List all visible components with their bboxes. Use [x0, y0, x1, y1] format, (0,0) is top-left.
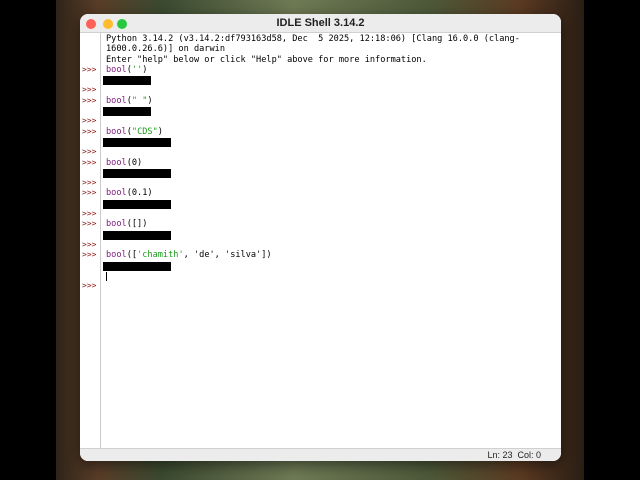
prompt-marker: >>> [82, 147, 97, 157]
prompt-marker: >>> [82, 64, 97, 74]
redacted-output [103, 137, 171, 147]
prompt-marker: >>> [82, 178, 97, 188]
command-input: bool(0) [106, 158, 142, 168]
close-button[interactable] [86, 19, 96, 29]
function-name: bool [106, 250, 127, 261]
string-literal: 'chamith' [137, 250, 184, 261]
string-literal: '' [131, 64, 143, 75]
title-bar: IDLE Shell 3.14.2 [80, 14, 561, 33]
function-name: bool [106, 64, 127, 75]
code-text: , 'de', 'silva']) [183, 250, 272, 261]
banner-text: Enter "help" below or click "Help" above… [106, 54, 427, 65]
redacted-output [103, 107, 151, 117]
shell-line: Enter "help" below or click "Help" above… [80, 55, 561, 65]
code-text: ([]) [126, 219, 148, 230]
shell-line: Python 3.14.2 (v3.14.2:df793163d58, Dec … [80, 34, 561, 44]
idle-shell-window: IDLE Shell 3.14.2 Python 3.14.2 (v3.14.2… [80, 14, 561, 461]
shell-line: >>> bool(0.1) [80, 188, 561, 198]
function-name: bool [106, 95, 127, 106]
command-input: bool('') [106, 65, 147, 75]
prompt-marker: >>> [82, 219, 97, 229]
shell-text-area[interactable]: Python 3.14.2 (v3.14.2:df793163d58, Dec … [80, 34, 561, 448]
column-number: Col: 0 [517, 450, 541, 460]
shell-line: >>> bool("CDS") [80, 127, 561, 137]
shell-line [80, 230, 561, 240]
status-bar: Ln: 23 Col: 0 [80, 448, 561, 461]
prompt-marker: >>> [82, 95, 97, 105]
string-literal: " " [131, 95, 148, 106]
function-name: bool [106, 188, 127, 199]
code-text: ) [147, 95, 153, 106]
shell-line [80, 271, 561, 281]
shell-line [80, 75, 561, 86]
code-text: (0) [126, 157, 143, 168]
shell-line: >>> [80, 281, 561, 291]
shell-line: >>> [80, 240, 561, 250]
code-text: ) [157, 126, 163, 137]
shell-line: >>> bool('') [80, 65, 561, 75]
code-text: ([ [126, 250, 138, 261]
prompt-marker: >>> [82, 209, 97, 219]
redacted-output [103, 230, 171, 240]
shell-line: 1600.0.26.6)] on darwin [80, 44, 561, 54]
shell-line: >>> bool(0) [80, 158, 561, 168]
shell-line: >>> bool(" ") [80, 96, 561, 106]
minimize-button[interactable] [103, 19, 113, 29]
string-literal: "CDS" [131, 126, 158, 137]
text-cursor [106, 271, 107, 281]
command-input: bool(0.1) [106, 188, 153, 198]
banner-text: Python 3.14.2 (v3.14.2:df793163d58, Dec … [106, 34, 520, 44]
shell-line: >>> [80, 116, 561, 126]
prompt-marker: >>> [82, 85, 97, 95]
prompt-marker: >>> [82, 250, 97, 260]
prompt-marker: >>> [82, 116, 97, 126]
shell-line [80, 199, 561, 209]
redacted-output [103, 199, 171, 209]
shell-line: >>> bool([]) [80, 219, 561, 229]
prompt-marker: >>> [82, 239, 97, 249]
shell-line: >>> [80, 147, 561, 157]
function-name: bool [106, 219, 127, 230]
function-name: bool [106, 157, 127, 168]
shell-line [80, 106, 561, 117]
shell-line: >>> [80, 178, 561, 188]
code-text: ) [142, 64, 148, 75]
command-input: bool([]) [106, 219, 147, 229]
shell-line [80, 168, 561, 178]
function-name: bool [106, 126, 127, 137]
code-text: (0.1) [126, 188, 153, 199]
prompt-marker: >>> [82, 157, 97, 167]
redacted-output [103, 76, 151, 86]
command-input: bool("CDS") [106, 127, 163, 137]
shell-line: >>> bool(['chamith', 'de', 'silva']) [80, 250, 561, 260]
zoom-button[interactable] [117, 19, 127, 29]
shell-line [80, 137, 561, 147]
command-input: bool(['chamith', 'de', 'silva']) [106, 250, 272, 260]
banner-text: 1600.0.26.6)] on darwin [106, 44, 225, 55]
shell-line: >>> [80, 209, 561, 219]
shell-line [80, 261, 561, 271]
shell-line: >>> [80, 85, 561, 95]
window-title: IDLE Shell 3.14.2 [276, 17, 365, 29]
redacted-output [103, 261, 171, 271]
prompt-marker: >>> [82, 126, 97, 136]
prompt-marker: >>> [82, 281, 97, 291]
command-input: bool(" ") [106, 96, 153, 106]
prompt-marker: >>> [82, 188, 97, 198]
redacted-output [103, 168, 171, 178]
line-number: Ln: 23 [487, 450, 513, 460]
